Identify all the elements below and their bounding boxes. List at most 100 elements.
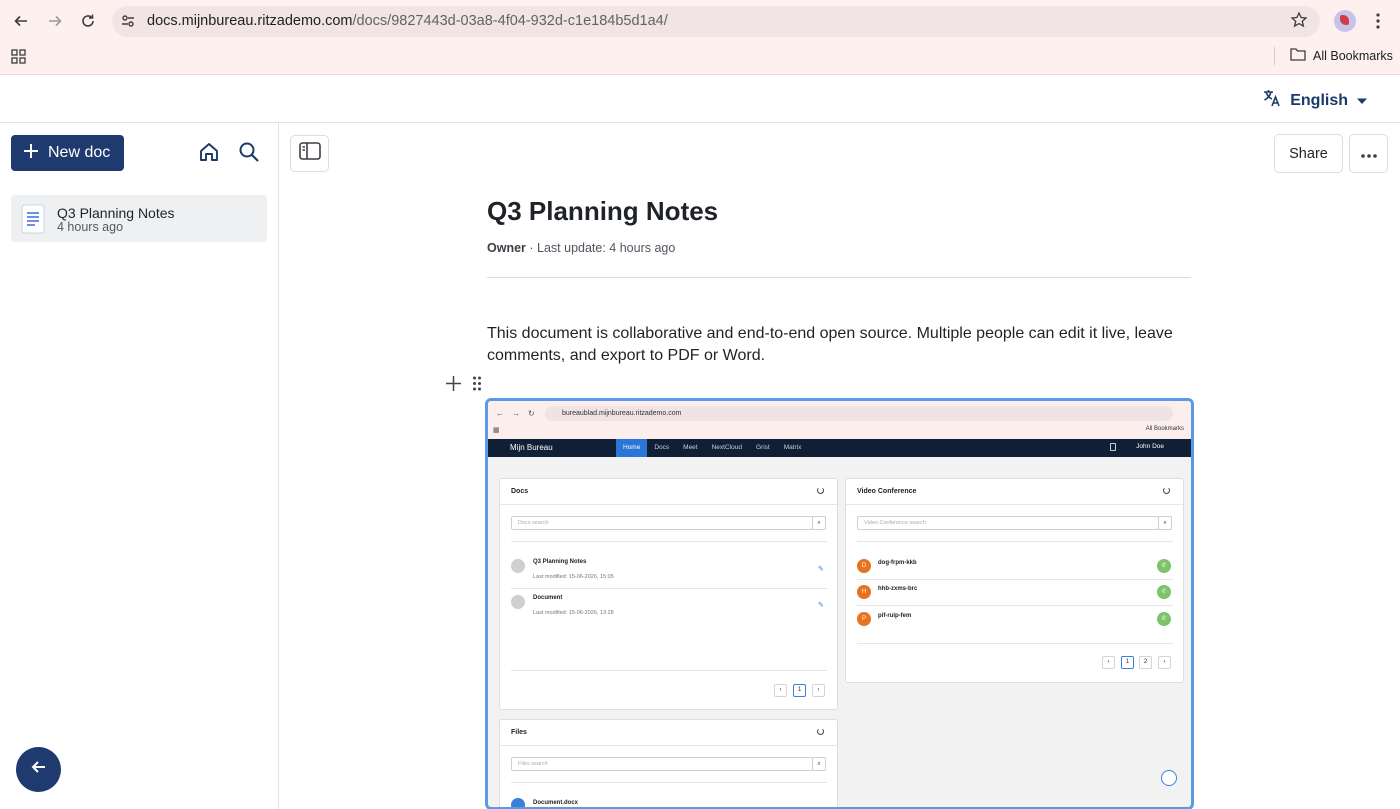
embed-refresh-icon xyxy=(817,487,824,494)
add-block-icon[interactable] xyxy=(445,375,462,397)
embed-tabs: Home Docs Meet NextCloud Grist Matrix xyxy=(616,439,808,457)
embed-files-title: Files xyxy=(511,729,527,736)
document-title[interactable]: Q3 Planning Notes xyxy=(487,196,718,227)
site-settings-icon[interactable] xyxy=(120,13,136,34)
embed-video-title: Video Conference xyxy=(857,488,917,495)
embed-video-search: Video Conference search xyxy=(857,516,1159,530)
url-domain: docs.mijnbureau.ritzademo.com xyxy=(147,13,353,29)
language-selector[interactable]: English xyxy=(1262,88,1368,113)
bookmark-star-icon[interactable] xyxy=(1290,11,1308,34)
document-paragraph[interactable]: This document is collaborative and end-t… xyxy=(487,323,1191,367)
embed-file-icon xyxy=(511,559,525,573)
embed-search-icon: ⌕ xyxy=(1158,516,1172,530)
embed-card-divider xyxy=(500,745,837,746)
embed-bookmarks: All Bookmarks xyxy=(1145,426,1184,432)
embed-doc-modified: Last modified: 15-06-2026, 15:05 xyxy=(533,574,614,580)
embed-video-card: Video Conference Video Conference search… xyxy=(845,478,1184,683)
forward-arrow-icon[interactable] xyxy=(44,10,66,32)
embed-divider xyxy=(857,605,1173,606)
browser-menu-icon[interactable] xyxy=(1372,10,1384,37)
embed-card-divider xyxy=(846,504,1183,505)
embed-app-navbar: Mijn Bureau Home Docs Meet NextCloud Gri… xyxy=(488,439,1191,457)
home-icon[interactable] xyxy=(198,141,220,168)
embed-page-number: 1 xyxy=(793,684,806,697)
embed-file-icon xyxy=(511,798,525,807)
embed-refresh-icon xyxy=(1163,487,1170,494)
embed-call-icon: ✆ xyxy=(1157,559,1171,573)
embed-browser-chrome: ← → ↻ bureaublad.mijnbureau.ritzademo.co… xyxy=(488,401,1191,439)
plus-icon xyxy=(22,142,40,165)
embed-room-avatar: P xyxy=(857,612,871,626)
embed-tab-meet: Meet xyxy=(683,444,698,451)
embed-brand: Mijn Bureau xyxy=(510,443,553,452)
embed-address-bar: bureaublad.mijnbureau.ritzademo.com xyxy=(545,406,1173,421)
folder-icon xyxy=(1290,47,1306,64)
new-doc-label: New doc xyxy=(48,144,111,161)
embed-call-icon: ✆ xyxy=(1157,612,1171,626)
sidebar-doc-title: Q3 Planning Notes xyxy=(57,205,175,221)
embed-files-card: Files Files search ⌕ Document.docx xyxy=(499,719,838,807)
embed-divider xyxy=(857,579,1173,580)
last-update-text: · Last update: 4 hours ago xyxy=(525,241,676,255)
embed-divider xyxy=(857,643,1173,644)
new-doc-button[interactable]: New doc xyxy=(11,135,124,171)
translate-icon xyxy=(1262,88,1282,113)
embed-card-divider xyxy=(500,504,837,505)
more-options-button[interactable] xyxy=(1349,134,1388,173)
document-meta: Owner · Last update: 4 hours ago xyxy=(487,241,675,255)
document-icon xyxy=(21,204,45,239)
arrow-left-icon xyxy=(30,758,48,781)
share-button[interactable]: Share xyxy=(1274,134,1343,173)
back-arrow-icon[interactable] xyxy=(10,10,32,32)
embed-tab-matrix: Matrix xyxy=(783,444,802,451)
reload-icon[interactable] xyxy=(77,10,99,32)
embed-page-prev: ‹ xyxy=(774,684,787,697)
embed-doc-title: Q3 Planning Notes xyxy=(533,559,587,565)
bookmarks-divider xyxy=(1274,47,1275,65)
embed-search-icon: ⌕ xyxy=(812,516,826,530)
search-icon[interactable] xyxy=(238,141,260,168)
embed-docs-title: Docs xyxy=(511,488,529,495)
profile-avatar-icon[interactable] xyxy=(1334,10,1356,32)
embed-page-next: › xyxy=(812,684,825,697)
embed-refresh-icon xyxy=(817,728,824,735)
language-label: English xyxy=(1290,91,1348,109)
block-handles xyxy=(445,375,482,397)
embed-apps-icon: ▦ xyxy=(493,427,500,434)
address-bar[interactable]: docs.mijnbureau.ritzademo.com/docs/98274… xyxy=(112,6,1320,37)
title-divider xyxy=(487,277,1191,278)
embed-divider xyxy=(511,670,827,671)
url-text: docs.mijnbureau.ritzademo.com/docs/98274… xyxy=(147,13,668,29)
embed-files-search: Files search xyxy=(511,757,813,771)
embed-forward-icon: → xyxy=(512,409,520,418)
all-bookmarks-button[interactable]: All Bookmarks xyxy=(1290,47,1393,64)
embed-room-avatar: D xyxy=(857,559,871,573)
embed-divider xyxy=(857,541,1173,542)
collapse-back-button[interactable] xyxy=(16,747,61,792)
embed-edit-icon: ✎ xyxy=(818,566,824,573)
embed-doc-modified: Last modified: 15-06-2026, 13:28 xyxy=(533,610,614,616)
embed-docs-search: Docs search xyxy=(511,516,813,530)
apps-grid-icon[interactable] xyxy=(11,49,26,69)
embed-room-avatar: H xyxy=(857,585,871,599)
sidebar-panel-icon xyxy=(298,142,321,165)
app-header: English xyxy=(0,75,1400,123)
embed-doc-title: Document xyxy=(533,595,563,601)
drag-handle-icon[interactable] xyxy=(472,375,482,397)
embedded-screenshot-image[interactable]: ← → ↻ bureaublad.mijnbureau.ritzademo.co… xyxy=(485,398,1194,809)
embed-page-number: 2 xyxy=(1139,656,1152,669)
embed-call-icon: ✆ xyxy=(1157,585,1171,599)
embed-page-prev: ‹ xyxy=(1102,656,1115,669)
embed-page-number: 1 xyxy=(1121,656,1134,669)
embed-tab-grist: Grist xyxy=(755,444,770,451)
embed-file-icon xyxy=(511,595,525,609)
embed-file-title: Document.docx xyxy=(533,800,579,806)
sidebar-doc-item[interactable]: Q3 Planning Notes 4 hours ago xyxy=(11,195,267,242)
embed-divider xyxy=(511,541,827,542)
embed-room-name: dog-frpm-kkb xyxy=(878,560,917,566)
embed-tab-home: Home xyxy=(616,439,648,457)
toggle-panel-button[interactable] xyxy=(290,135,329,172)
embed-tab-nextcloud: NextCloud xyxy=(711,444,742,451)
sidebar: New doc Q3 Planning Notes 4 hours ago xyxy=(0,123,279,809)
embed-back-icon: ← xyxy=(496,409,504,418)
